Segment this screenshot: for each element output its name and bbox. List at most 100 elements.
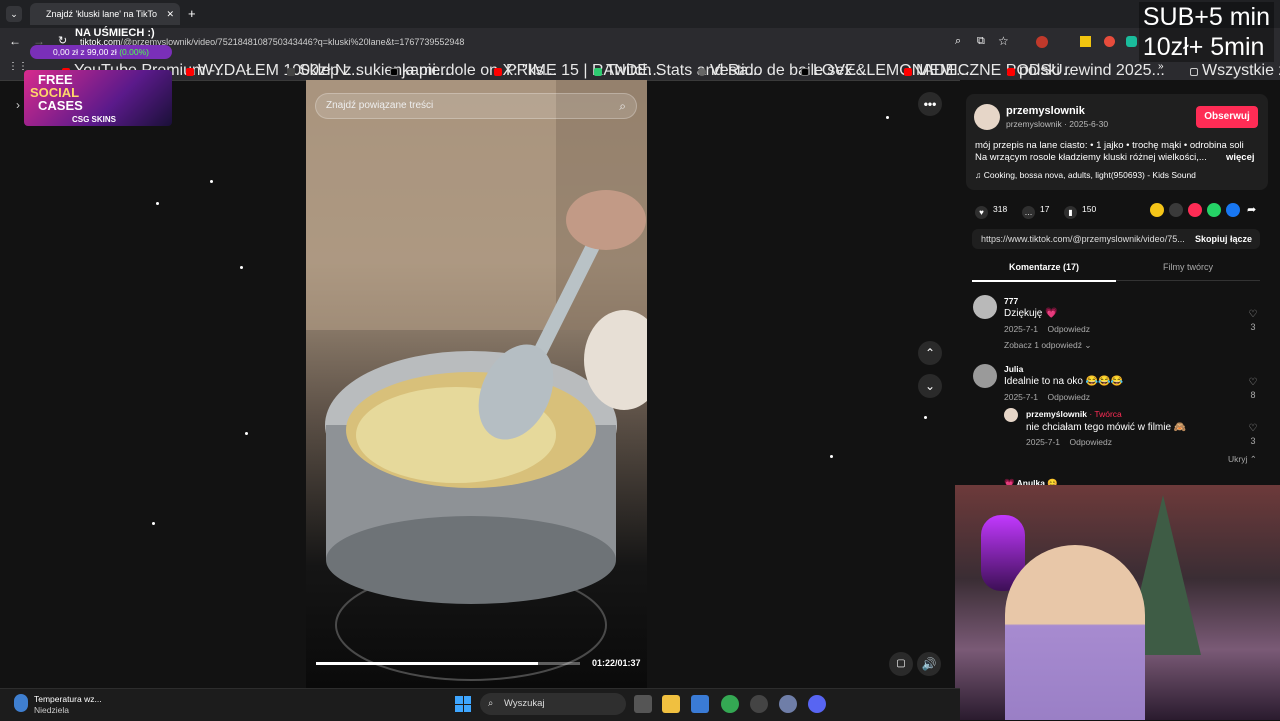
facebook-icon[interactable] <box>1226 203 1240 217</box>
comment-author[interactable]: 777 <box>1004 296 1018 306</box>
embed-icon[interactable] <box>1169 203 1183 217</box>
more-options-icon[interactable]: ••• <box>918 92 942 116</box>
goal-progress-bar: 0,00 zł z 99,00 zł (0.00%) <box>30 45 172 59</box>
heart-icon: ♥ <box>975 206 988 219</box>
video-progress-fill <box>316 662 538 665</box>
follow-button[interactable]: Obserwuj <box>1196 106 1258 128</box>
promo-text: CASES <box>38 98 83 113</box>
copy-link-button[interactable]: Skopiuj łącze <box>1195 234 1252 244</box>
tab-creator-videos[interactable]: Filmy twórcy <box>1116 258 1260 281</box>
avatar[interactable] <box>1004 408 1018 422</box>
new-tab-button[interactable]: + <box>188 6 196 21</box>
comment-author[interactable]: Julia <box>1004 364 1023 374</box>
avatar[interactable] <box>973 295 997 319</box>
webcam-feed <box>955 485 1280 720</box>
search-icon: ⌕ <box>488 698 494 709</box>
creator-subtitle: przemyslownik · 2025-6-30 <box>1006 119 1109 129</box>
start-windows-icon[interactable] <box>455 696 471 712</box>
all-bookmarks-folder[interactable]: Wszystkie zakładki <box>1190 62 1280 80</box>
taskbar-search[interactable]: ⌕ Wyszukaj <box>480 693 626 715</box>
snow-dot <box>830 455 833 458</box>
chevron-down-icon[interactable]: ⌄ <box>918 374 942 398</box>
music-note-icon: ♫ <box>975 170 984 180</box>
chevron-up-icon[interactable]: ⌃ <box>918 341 942 365</box>
back-arrow-icon[interactable]: ← <box>9 34 21 48</box>
share-arrow-icon[interactable]: ➦ <box>1247 203 1256 216</box>
search-placeholder: Znajdź powiązane treści <box>326 100 434 111</box>
weather-title[interactable]: Temperatura wz... <box>34 694 102 704</box>
avatar[interactable] <box>973 364 997 388</box>
sound-link[interactable]: ♫ Cooking, bossa nova, adults, light(950… <box>975 170 1196 180</box>
comment-meta: 2025-7-1 Odpowiedz <box>1004 392 1091 402</box>
whatsapp-icon[interactable] <box>1207 203 1221 217</box>
zoom-icon[interactable]: ⌕ <box>955 35 961 48</box>
chrome-icon[interactable] <box>721 695 739 713</box>
extension-icon[interactable] <box>1104 36 1115 47</box>
search-icon[interactable]: ⌕ <box>619 94 626 118</box>
miniplayer-icon[interactable]: ▢ <box>889 652 913 676</box>
comment-like-icon[interactable]: ♡ <box>1246 309 1260 320</box>
share-link-url[interactable]: https://www.tiktok.com/@przemyslownik/vi… <box>981 234 1185 244</box>
tab-title: Znajdź 'kluski lane' na TikTo <box>46 9 157 19</box>
more-bookmarks-icon[interactable]: » <box>1158 61 1164 72</box>
comment-like-count: 8 <box>1250 390 1256 400</box>
comment-like-count: 3 <box>1250 322 1256 332</box>
share-icon[interactable] <box>1150 203 1164 217</box>
volume-icon[interactable]: 🔊 <box>917 652 941 676</box>
related-search-input[interactable]: Znajdź powiązane treści ⌕ <box>315 93 637 119</box>
video-description: mój przepis na lane ciasto: • 1 jajko • … <box>975 140 1244 151</box>
snow-dot <box>152 522 155 525</box>
hide-replies-button[interactable]: Ukryj ⌃ <box>1228 454 1257 465</box>
goal-title: NA UŚMIECH :) <box>75 27 155 39</box>
url-field[interactable]: tiktok.com/@przemyslownik/video/75218481… <box>80 33 960 51</box>
sidebar-expand-icon[interactable]: › <box>16 98 20 112</box>
snow-dot <box>210 180 213 183</box>
extension-icon[interactable] <box>1126 36 1137 47</box>
weather-subtitle: Niedziela <box>34 705 69 715</box>
snow-dot <box>924 416 927 419</box>
more-link[interactable]: więcej <box>1226 152 1255 163</box>
video-player[interactable] <box>306 80 647 688</box>
bookmark-item[interactable]: polski rewind 2025... <box>1007 62 1165 80</box>
video-time: 01:22/01:37 <box>592 658 641 668</box>
browser-tab[interactable]: Znajdź 'kluski lane' na TikTo ✕ <box>30 3 180 25</box>
app-icon[interactable] <box>750 695 768 713</box>
like-button[interactable]: ♥ 318 <box>975 204 1007 219</box>
tab-search-button[interactable]: ⌄ <box>6 6 22 22</box>
snow-dot <box>240 266 243 269</box>
promo-brand: CSG SKINS <box>72 115 117 124</box>
extension-icon[interactable] <box>1036 36 1048 48</box>
save-button[interactable]: ▮ 150 <box>1064 204 1096 219</box>
video-description: Na wrzącym rosole kładziemy kluski różne… <box>975 152 1207 163</box>
close-tab-icon[interactable]: ✕ <box>166 3 174 25</box>
snow-dot <box>156 202 159 205</box>
view-replies-button[interactable]: Zobacz 1 odpowiedź ⌄ <box>1004 340 1091 351</box>
comment-icon: … <box>1022 206 1035 219</box>
discord-icon[interactable] <box>808 695 826 713</box>
comment-like-icon[interactable]: ♡ <box>1246 423 1260 434</box>
store-icon[interactable] <box>691 695 709 713</box>
creator-name[interactable]: przemyslownik <box>1006 105 1085 117</box>
avatar[interactable] <box>974 104 1000 130</box>
comment-like-icon[interactable]: ♡ <box>1246 377 1260 388</box>
sub-line-2: 10zł+ 5min <box>1142 33 1265 61</box>
comment-meta: 2025-7-1 Odpowiedz <box>1004 324 1091 334</box>
bookmark-star-icon[interactable]: ☆ <box>998 34 1009 48</box>
settings-icon[interactable] <box>779 695 797 713</box>
reply-text: nie chciałam tego mówić w filmie 🙈 <box>1026 422 1187 433</box>
reply-author[interactable]: przemyślownik · Twórca <box>1026 409 1122 419</box>
streamer <box>1005 545 1145 720</box>
extension-icon[interactable] <box>1080 36 1091 47</box>
comment-text: Dziękuję 💗 <box>1004 308 1058 319</box>
tab-comments[interactable]: Komentarze (17) <box>972 258 1116 282</box>
comment-button[interactable]: … 17 <box>1022 204 1049 219</box>
bookmark-icon: ▮ <box>1064 206 1077 219</box>
reply-button[interactable]: Odpowiedz <box>1047 324 1090 334</box>
comment-text: Idealnie to na oko 😂😂😂 <box>1004 376 1124 387</box>
reply-button[interactable]: Odpowiedz <box>1047 392 1090 402</box>
send-icon[interactable] <box>1188 203 1202 217</box>
task-view-icon[interactable] <box>634 695 652 713</box>
file-explorer-icon[interactable] <box>662 695 680 713</box>
cast-icon[interactable]: ⧉ <box>977 35 985 48</box>
reply-button[interactable]: Odpowiedz <box>1069 437 1112 447</box>
